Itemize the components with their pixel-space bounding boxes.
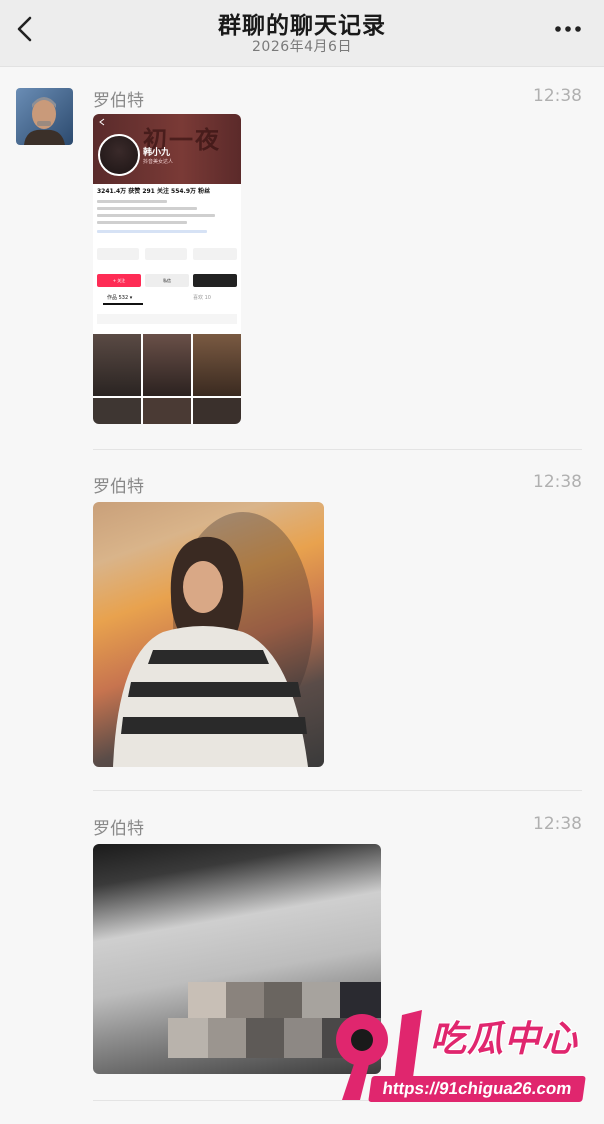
portrait-figure	[113, 512, 313, 767]
sender-name: 罗伯特	[93, 91, 144, 111]
message-time: 12:38	[533, 86, 582, 106]
nav-header: 群聊的聊天记录 2026年4月6日	[0, 0, 604, 67]
profile-name: 韩小九	[143, 148, 171, 158]
profile-screenshot-image[interactable]: 初一夜 韩小九 抖音美女达人 3241.4万 获赞 291 关注 554.9万 …	[93, 114, 241, 424]
page-title: 群聊的聊天记录	[218, 13, 386, 39]
portrait-photo-image[interactable]	[93, 502, 324, 767]
message-time: 12:38	[533, 814, 582, 834]
divider	[93, 449, 582, 450]
follow-button: + 关注	[97, 274, 141, 287]
profile-avatar	[98, 134, 140, 176]
profile-stats: 3241.4万 获赞 291 关注 554.9万 粉丝	[97, 188, 211, 195]
tab-likes: 喜欢 10	[193, 295, 211, 301]
sender-name: 罗伯特	[93, 477, 144, 497]
friend-button	[193, 274, 237, 287]
page-date: 2026年4月6日	[252, 39, 352, 55]
avatar[interactable]	[16, 88, 73, 145]
chat-message: 罗伯特 12:38	[0, 452, 604, 792]
profile-subtitle: 抖音美女达人	[143, 159, 174, 165]
profile-links	[97, 244, 237, 264]
message-button: 私信	[145, 274, 189, 287]
more-dots-icon[interactable]	[552, 22, 584, 36]
chevron-left-icon	[99, 118, 105, 126]
watermark-brand: 吃瓜中心	[430, 1019, 579, 1060]
tab-works: 作品 532 ▾	[107, 295, 133, 301]
message-time: 12:38	[533, 472, 582, 492]
watermark-url: https://91chigua26.com	[368, 1076, 586, 1102]
divider	[93, 790, 582, 791]
sender-name: 罗伯特	[93, 819, 144, 839]
chat-message: 罗伯特 12:38 初一夜 韩小九 抖音美女达人 3241.4万 获赞 291 …	[0, 66, 604, 451]
